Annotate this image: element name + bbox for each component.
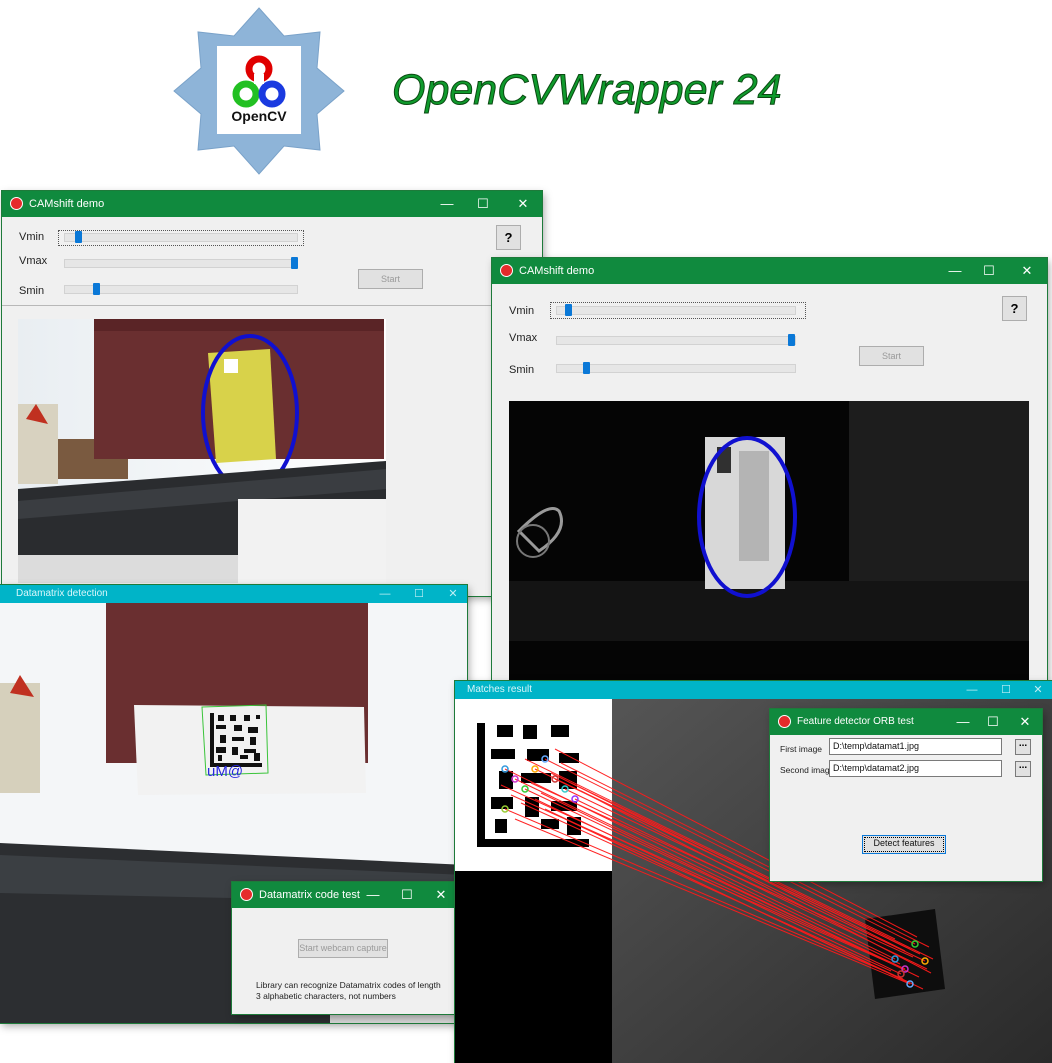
smin-slider[interactable] [64,283,298,295]
opencv-logo [172,6,346,176]
vmin-slider-thumb[interactable] [565,304,572,316]
close-button[interactable]: ✕ [1021,681,1052,699]
vmax-slider[interactable] [556,334,796,346]
second-image-browse-button[interactable]: ... [1015,761,1031,777]
note-line-1: Library can recognize Datamatrix codes o… [256,980,441,990]
maximize-button[interactable]: ☐ [466,191,500,217]
vmax-slider[interactable] [64,257,298,269]
webcam-frame-color [18,319,386,583]
datamatrix-test-titlebar[interactable]: Datamatrix code test — ☐ ✕ [232,882,457,908]
first-image-label: First image [780,744,823,754]
minimize-button[interactable]: — [938,258,972,284]
camshift-window-1: CAMshift demo — ☐ ✕ Vmin Vmax Smin ? Sta… [2,191,542,596]
vmax-label: Vmax [19,255,48,267]
close-button[interactable]: ✕ [1008,709,1042,735]
window-title: Datamatrix detection [16,588,108,599]
smin-slider-thumb[interactable] [583,362,590,374]
window-title: Feature detector ORB test [797,716,914,727]
smin-slider-thumb[interactable] [93,283,100,295]
help-button[interactable]: ? [496,225,521,250]
vmax-slider-thumb[interactable] [788,334,795,346]
start-button[interactable]: Start [859,346,924,366]
camshift-window-2: CAMshift demo — ☐ ✕ Vmin Vmax Smin ? Sta… [492,258,1047,688]
window-title: Matches result [467,684,533,695]
minimize-button[interactable]: — [368,585,402,603]
separator [2,305,542,306]
smin-label: Smin [19,285,45,297]
start-webcam-capture-button[interactable]: Start webcam capture [298,939,388,958]
vmin-label: Vmin [509,305,535,317]
app-icon [778,715,791,728]
close-button[interactable]: ✕ [1010,258,1044,284]
vmin-label: Vmin [19,231,45,243]
first-image-browse-button[interactable]: ... [1015,739,1031,755]
orb-test-window: Feature detector ORB test — ☐ ✕ First im… [770,709,1042,881]
window-title: CAMshift demo [29,198,105,210]
note-line-2: 3 alphabetic characters, not numbers [256,991,396,1001]
opencv-logo-text: OpenCV [231,108,287,124]
window-title: CAMshift demo [519,265,595,277]
maximize-button[interactable]: ☐ [976,709,1010,735]
maximize-button[interactable]: ☐ [390,882,424,908]
second-image-field[interactable]: D:\temp\datamat2.jpg [829,760,1002,777]
camshift-2-titlebar[interactable]: CAMshift demo — ☐ ✕ [492,258,1047,284]
second-image-label: Second image [780,765,835,775]
datamatrix-detection-titlebar[interactable]: Datamatrix detection — ☐ ✕ [0,585,467,603]
minimize-button[interactable]: — [356,882,390,908]
orb-test-titlebar[interactable]: Feature detector ORB test — ☐ ✕ [770,709,1042,735]
app-icon [240,888,253,901]
datamatrix-test-window: Datamatrix code test — ☐ ✕ Start webcam … [232,882,457,1014]
close-button[interactable]: ✕ [506,191,540,217]
app-icon [500,264,513,277]
maximize-button[interactable]: ☐ [972,258,1006,284]
vmin-slider[interactable] [64,231,298,243]
vmin-slider[interactable] [556,304,796,316]
help-button[interactable]: ? [1002,296,1027,321]
camshift-1-titlebar[interactable]: CAMshift demo — ☐ ✕ [2,191,542,217]
app-icon [10,197,23,210]
vmax-label: Vmax [509,332,538,344]
vmax-slider-thumb[interactable] [291,257,298,269]
backprojection-frame [509,401,1029,688]
smin-label: Smin [509,364,535,376]
detect-features-button[interactable]: Detect features [862,835,946,854]
vmin-slider-thumb[interactable] [75,231,82,243]
minimize-button[interactable]: — [430,191,464,217]
first-image-field[interactable]: D:\temp\datamat1.jpg [829,738,1002,755]
matches-result-titlebar[interactable]: Matches result — ☐ ✕ [455,681,1052,699]
decoded-text-overlay: uM@ [207,763,244,780]
window-title: Datamatrix code test [259,889,360,901]
start-button[interactable]: Start [358,269,423,289]
maximize-button[interactable]: ☐ [989,681,1023,699]
close-button[interactable]: ✕ [436,585,467,603]
minimize-button[interactable]: — [955,681,989,699]
smin-slider[interactable] [556,362,796,374]
maximize-button[interactable]: ☐ [402,585,436,603]
banner-title: OpenCVWrapper 24 [392,66,783,115]
close-button[interactable]: ✕ [424,882,457,908]
minimize-button[interactable]: — [946,709,980,735]
